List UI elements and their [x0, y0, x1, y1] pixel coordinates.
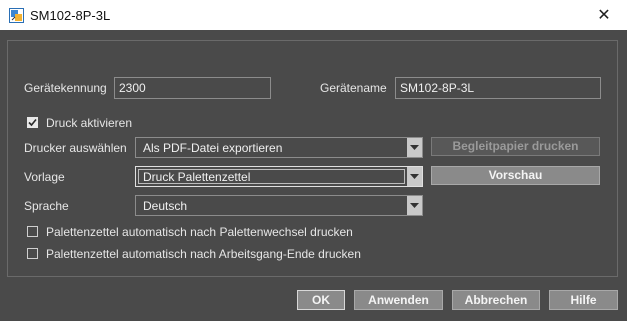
ok-button[interactable]: OK: [297, 290, 345, 310]
template-label: Vorlage: [24, 170, 65, 184]
chevron-down-icon: [407, 138, 422, 157]
preview-button[interactable]: Vorschau: [431, 166, 600, 185]
printer-select-value: Als PDF-Datei exportieren: [143, 141, 283, 155]
close-button[interactable]: ✕: [581, 0, 627, 30]
window-title: SM102-8P-3L: [30, 8, 111, 23]
device-name-label: Gerätename: [320, 81, 387, 95]
template-select-value: Druck Palettenzettel: [143, 170, 251, 184]
title-bar: SM102-8P-3L ✕: [0, 0, 627, 30]
enable-print-checkbox[interactable]: [27, 117, 38, 128]
enable-print-label: Druck aktivieren: [46, 116, 133, 130]
device-id-label: Gerätekennung: [24, 81, 107, 95]
auto-print-operation-end-checkbox[interactable]: [27, 248, 38, 259]
help-button[interactable]: Hilfe: [549, 290, 618, 310]
cancel-button[interactable]: Abbrechen: [452, 290, 540, 310]
apply-button[interactable]: Anwenden: [354, 290, 443, 310]
auto-print-pallet-change-checkbox[interactable]: [27, 226, 38, 237]
device-name-field[interactable]: [395, 77, 601, 99]
auto-print-pallet-change-label: Palettenzettel automatisch nach Paletten…: [46, 225, 353, 239]
checkmark-icon: [28, 118, 37, 127]
print-accompanying-paper-button[interactable]: Begleitpapier drucken: [431, 137, 600, 156]
close-icon: ✕: [597, 7, 611, 24]
settings-panel: [7, 40, 618, 277]
language-label: Sprache: [24, 199, 69, 213]
device-settings-icon: [9, 8, 24, 23]
chevron-down-icon: [407, 196, 422, 215]
device-id-field[interactable]: [114, 77, 271, 99]
auto-print-operation-end-label: Palettenzettel automatisch nach Arbeitsg…: [46, 247, 361, 261]
template-select[interactable]: Druck Palettenzettel: [135, 166, 423, 187]
language-select[interactable]: Deutsch: [135, 195, 423, 216]
printer-label: Drucker auswählen: [24, 141, 127, 155]
chevron-down-icon: [407, 167, 422, 186]
printer-select[interactable]: Als PDF-Datei exportieren: [135, 137, 423, 158]
language-select-value: Deutsch: [143, 199, 188, 213]
